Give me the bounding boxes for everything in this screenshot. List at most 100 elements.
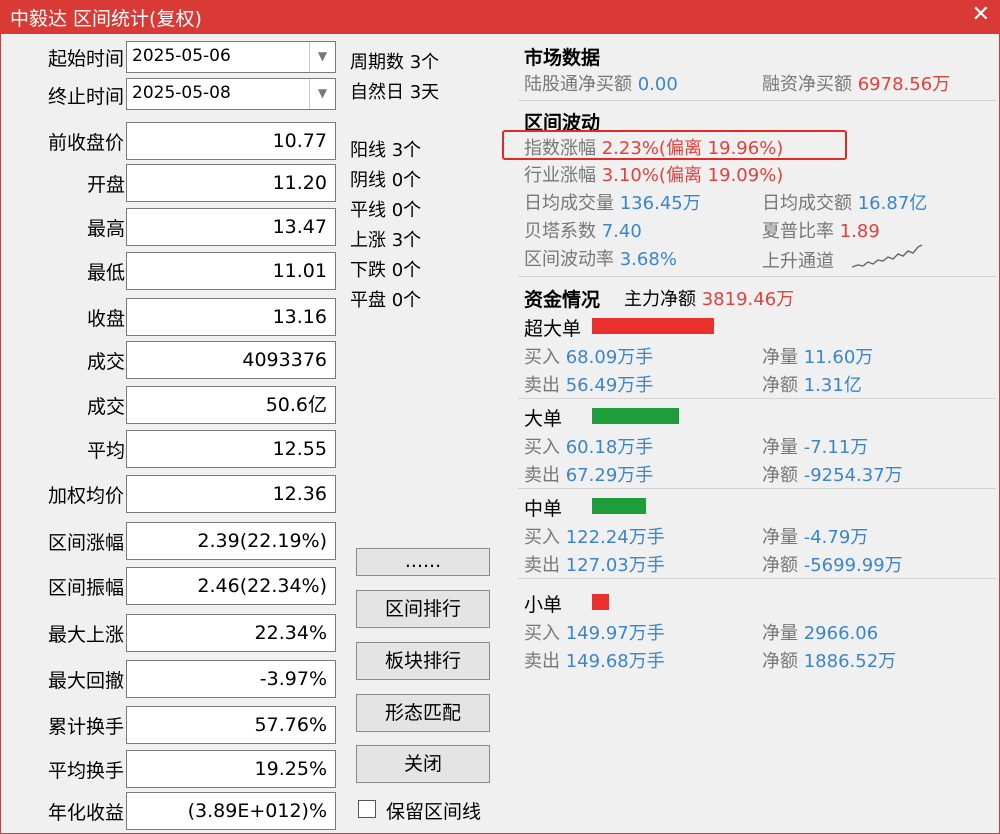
keep-range-line-label: 保留区间线 [386, 801, 482, 823]
field-value[interactable]: 19.25% [126, 750, 336, 788]
sell-volume-value: 127.03万手 [565, 555, 665, 576]
index-change-value: 2.23%(偏离 19.96%) [601, 138, 784, 159]
pattern-match-button[interactable]: 形态匹配 [356, 694, 490, 732]
field-value[interactable]: 12.55 [126, 430, 336, 468]
field-value[interactable]: (3.89E+012)% [126, 792, 336, 830]
field-value[interactable]: 10.77 [126, 122, 336, 160]
field-label: 区间涨幅 [47, 532, 124, 554]
buy-volume: 买入 60.18万手 [524, 433, 653, 459]
candle-count: 上涨 3个 [350, 230, 422, 251]
net-quantity-label: 净量 [762, 623, 798, 644]
industry-change: 行业涨幅 3.10%(偏离 19.09%) [524, 161, 783, 187]
net-amount-value: 1.31亿 [803, 375, 862, 396]
channel-label: 上升通道 [762, 251, 834, 272]
industry-change-value: 3.10%(偏离 19.09%) [601, 165, 784, 186]
net-amount: 净额 1886.52万 [762, 647, 896, 673]
net-flow-bar [592, 594, 609, 610]
field-value[interactable]: 4093376 [126, 341, 336, 379]
window-title: 中毅达 区间统计(复权) [10, 8, 202, 30]
avg-volume-label: 日均成交量 [524, 193, 614, 214]
field-label: 最大回撤 [47, 670, 124, 692]
buy-volume-value: 149.97万手 [565, 623, 665, 644]
funds-header: 资金情况 [524, 289, 601, 311]
beta-value: 7.40 [601, 221, 642, 242]
net-quantity-value: 11.60万 [803, 347, 874, 368]
margin-net-buy: 融资净买额 6978.56万 [762, 70, 950, 96]
main-net-value: 3819.46万 [701, 289, 795, 310]
field-label: 平均换手 [47, 760, 124, 782]
start-date-combo[interactable]: 2025-05-06 ▼ [126, 41, 336, 73]
market-data-header: 市场数据 [524, 47, 601, 69]
index-change: 指数涨幅 2.23%(偏离 19.96%) [524, 134, 783, 160]
buy-volume: 买入 149.97万手 [524, 619, 665, 645]
avg-volume: 日均成交量 136.45万 [524, 189, 701, 215]
sharpe-value: 1.89 [839, 221, 880, 242]
field-value[interactable]: 11.01 [126, 252, 336, 290]
end-date-combo[interactable]: 2025-05-08 ▼ [126, 78, 336, 110]
main-net-label: 主力净额 [624, 289, 696, 310]
field-value[interactable]: 13.16 [126, 298, 336, 336]
sector-rank-button[interactable]: 板块排行 [356, 642, 490, 680]
field-value[interactable]: -3.97% [126, 660, 336, 698]
net-amount-value: -9254.37万 [803, 465, 903, 486]
field-value[interactable]: 13.47 [126, 208, 336, 246]
buy-volume-label: 买入 [524, 437, 560, 458]
avg-turnover-label: 日均成交额 [762, 193, 852, 214]
beta-label: 贝塔系数 [524, 221, 596, 242]
candle-count: 平线 0个 [350, 200, 422, 221]
chevron-down-icon[interactable]: ▼ [309, 79, 335, 109]
range-rank-button[interactable]: 区间排行 [356, 590, 490, 628]
sell-volume: 卖出 56.49万手 [524, 371, 653, 397]
order-size-label: 大单 [524, 408, 563, 430]
sell-volume-value: 56.49万手 [565, 375, 654, 396]
divider [518, 276, 996, 277]
beta: 贝塔系数 7.40 [524, 217, 642, 243]
end-date-value: 2025-05-08 [132, 83, 231, 103]
candle-count: 阴线 0个 [350, 170, 422, 191]
sell-volume-value: 149.68万手 [565, 651, 665, 672]
northbound-value: 0.00 [637, 74, 678, 95]
sell-volume: 卖出 127.03万手 [524, 551, 665, 577]
net-quantity-label: 净量 [762, 347, 798, 368]
net-amount: 净额 -5699.99万 [762, 551, 903, 577]
net-quantity-label: 净量 [762, 527, 798, 548]
sell-volume-label: 卖出 [524, 465, 560, 486]
net-quantity-value: 2966.06 [803, 623, 879, 644]
net-quantity: 净量 -7.11万 [762, 433, 868, 459]
net-amount: 净额 -9254.37万 [762, 461, 903, 487]
keep-range-line-checkbox[interactable] [358, 800, 376, 818]
main-net-flow: 主力净额 3819.46万 [624, 285, 794, 311]
close-button[interactable]: 关闭 [356, 745, 490, 783]
close-icon[interactable]: ✕ [972, 2, 990, 27]
buy-volume-value: 68.09万手 [565, 347, 654, 368]
buy-volume: 买入 68.09万手 [524, 343, 653, 369]
net-quantity-value: -7.11万 [803, 437, 869, 458]
net-flow-bar [592, 318, 714, 334]
field-label: 加权均价 [47, 485, 124, 507]
sell-volume-label: 卖出 [524, 555, 560, 576]
cycle-count: 周期数 3个 [350, 52, 440, 73]
field-value[interactable]: 50.6亿 [126, 386, 336, 424]
margin-value: 6978.56万 [857, 74, 951, 95]
candle-count: 阳线 3个 [350, 140, 422, 161]
field-value[interactable]: 22.34% [126, 614, 336, 652]
net-amount-label: 净额 [762, 465, 798, 486]
chevron-down-icon[interactable]: ▼ [309, 42, 335, 72]
net-amount-value: -5699.99万 [803, 555, 903, 576]
vol-rate-label: 区间波动率 [524, 249, 614, 270]
net-amount: 净额 1.31亿 [762, 371, 862, 397]
buy-volume-label: 买入 [524, 347, 560, 368]
vol-rate-value: 3.68% [619, 249, 677, 270]
avg-turnover-value: 16.87亿 [857, 193, 928, 214]
northbound-net-buy: 陆股通净买额 0.00 [524, 70, 678, 96]
more-button[interactable]: ...... [356, 548, 490, 576]
field-value[interactable]: 12.36 [126, 475, 336, 513]
field-value[interactable]: 2.46(22.34%) [126, 567, 336, 605]
sell-volume: 卖出 149.68万手 [524, 647, 665, 673]
field-label: 前收盘价 [47, 132, 124, 154]
field-label: 区间振幅 [47, 577, 124, 599]
northbound-label: 陆股通净买额 [524, 74, 632, 95]
field-value[interactable]: 2.39(22.19%) [126, 522, 336, 560]
field-value[interactable]: 57.76% [126, 706, 336, 744]
field-value[interactable]: 11.20 [126, 164, 336, 202]
